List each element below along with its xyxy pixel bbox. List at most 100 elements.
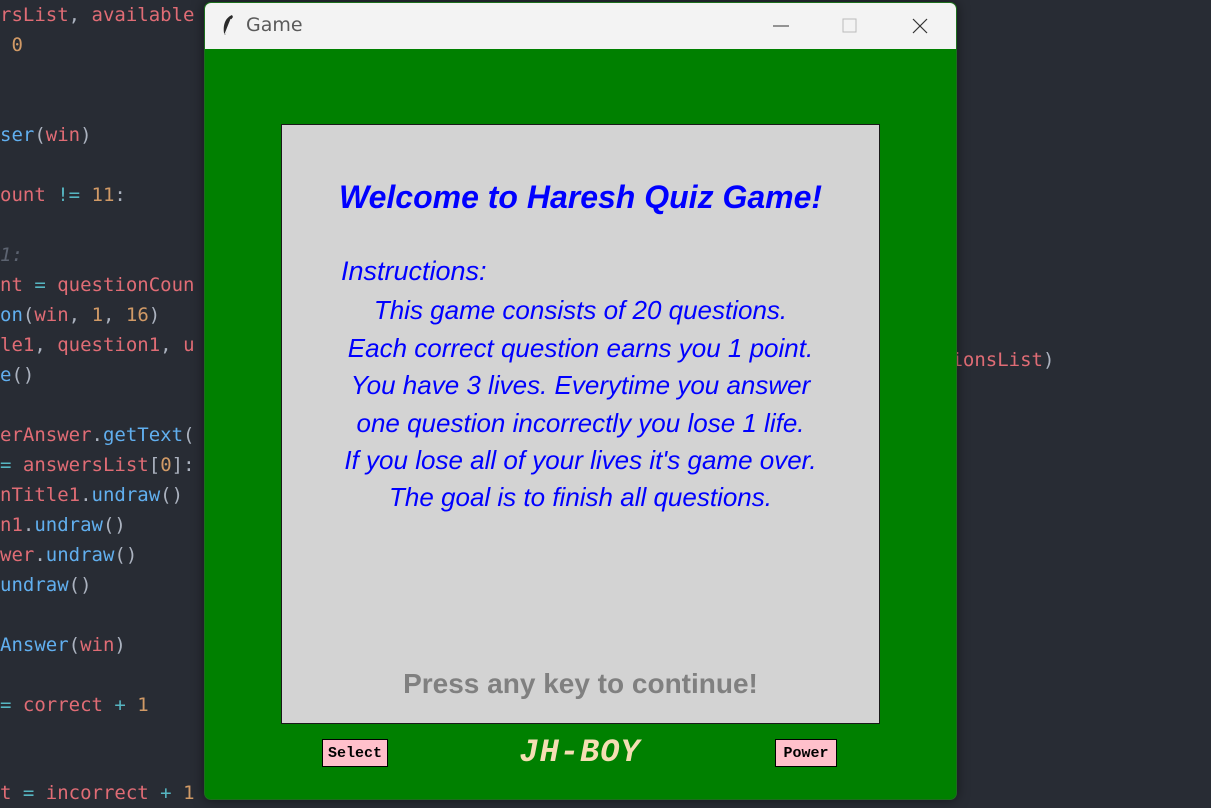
- code-token: .: [34, 544, 46, 566]
- code-token: (): [68, 574, 92, 596]
- code-token: u: [183, 334, 195, 356]
- title-bar[interactable]: Game: [205, 3, 956, 49]
- code-token: le1: [0, 334, 35, 356]
- close-button[interactable]: [890, 3, 950, 49]
- continue-prompt: Press any key to continue!: [403, 668, 758, 699]
- code-token: getText: [102, 424, 184, 446]
- code-token: (): [11, 364, 35, 386]
- code-token: on: [0, 304, 23, 326]
- code-token: (): [160, 484, 184, 506]
- power-button[interactable]: Power: [775, 739, 837, 767]
- code-token: (): [102, 514, 126, 536]
- code-line: wer.undraw(): [0, 540, 137, 570]
- maximize-button[interactable]: [820, 3, 880, 49]
- code-token: 1:: [0, 244, 23, 266]
- minimize-icon: [773, 25, 789, 27]
- welcome-title: Welcome to Haresh Quiz Game!: [338, 179, 823, 215]
- code-token: correct: [22, 694, 103, 716]
- code-token: .: [91, 424, 103, 446]
- code-token: win: [34, 304, 69, 326]
- code-line: ount != 11:: [0, 180, 126, 210]
- code-token: undraw: [45, 544, 115, 566]
- code-token: 0: [0, 34, 23, 56]
- code-token: =: [0, 694, 23, 716]
- code-line: nTitle1.undraw(): [0, 480, 183, 510]
- code-line: 0: [0, 30, 23, 60]
- code-token: ): [1042, 349, 1055, 371]
- code-token: ,: [68, 304, 92, 326]
- code-token: 11: [91, 184, 115, 206]
- code-token: Answer: [0, 634, 69, 656]
- code-token: .: [22, 514, 35, 536]
- code-token: undraw: [0, 574, 69, 596]
- code-token: ): [114, 634, 126, 656]
- code-token: available: [91, 4, 195, 26]
- code-token: undraw: [34, 514, 103, 536]
- code-line: t = incorrect + 1: [0, 778, 195, 808]
- code-line: le1, question1, u: [0, 330, 195, 360]
- maximize-icon: [842, 18, 857, 33]
- code-token: 1: [183, 782, 195, 804]
- code-token: =: [0, 454, 23, 476]
- select-button[interactable]: Select: [322, 739, 388, 767]
- instruction-line: If you lose all of your lives it's game …: [344, 445, 817, 475]
- code-line: on(win, 1, 16): [0, 300, 160, 330]
- code-line: erAnswer.getText(: [0, 420, 195, 450]
- window-title: Game: [246, 14, 303, 36]
- code-line: rsList, available: [0, 0, 194, 30]
- code-line: e(): [0, 360, 34, 390]
- code-line: undraw(): [0, 570, 92, 600]
- code-token: wer: [0, 544, 35, 566]
- code-token: rsList: [0, 4, 69, 26]
- code-token: n1: [0, 514, 23, 536]
- code-line: Answer(win): [0, 630, 126, 660]
- code-token: 1: [137, 694, 149, 716]
- instruction-line: The goal is to finish all questions.: [389, 482, 772, 512]
- instruction-line: This game consists of 20 questions.: [373, 295, 788, 325]
- game-window: Game Welcome to Haresh Quiz Game! Instru…: [204, 2, 957, 800]
- code-token: (: [183, 424, 195, 446]
- code-token: 16: [125, 304, 149, 326]
- code-line: = correct + 1: [0, 690, 149, 720]
- code-token: :: [114, 184, 126, 206]
- code-token: question1: [57, 334, 161, 356]
- code-token: .: [80, 484, 92, 506]
- code-token: 1: [91, 304, 104, 326]
- code-line: 1:: [0, 240, 23, 270]
- minimize-button[interactable]: [751, 3, 811, 49]
- code-token: win: [45, 124, 81, 146]
- code-line: n1.undraw(): [0, 510, 126, 540]
- code-token: (: [22, 304, 35, 326]
- instruction-line: Each correct question earns you 1 point.: [347, 333, 814, 363]
- code-token: ,: [103, 304, 126, 326]
- close-icon: [912, 18, 928, 34]
- code-token: +: [148, 782, 184, 804]
- code-token: erAnswer: [0, 424, 92, 446]
- code-token: nt: [0, 274, 23, 296]
- code-token: questionCoun: [57, 274, 195, 296]
- code-token: 0: [160, 454, 172, 476]
- code-token: =: [22, 274, 58, 296]
- code-line: nt = questionCoun: [0, 270, 195, 300]
- code-token: incorrect: [45, 782, 149, 804]
- code-token: ount: [0, 184, 46, 206]
- code-token: ,: [34, 334, 58, 356]
- feather-icon: [223, 15, 233, 35]
- code-token: win: [80, 634, 115, 656]
- code-fragment-right: tionsList): [940, 345, 1054, 375]
- code-token: ,: [160, 334, 184, 356]
- code-token: (): [114, 544, 138, 566]
- instruction-line: You have 3 lives. Everytime you answer: [350, 370, 811, 400]
- instruction-line: one question incorrectly you lose 1 life…: [356, 408, 805, 438]
- instructions-heading: Instructions:: [341, 256, 487, 286]
- code-token: (: [34, 124, 46, 146]
- code-token: =: [11, 782, 46, 804]
- code-token: nTitle1: [0, 484, 81, 506]
- code-token: ,: [68, 4, 92, 26]
- code-line: ser(win): [0, 120, 92, 150]
- code-token: e: [0, 364, 12, 386]
- instructions-panel: Welcome to Haresh Quiz Game! Instruction…: [281, 124, 880, 724]
- code-token: ]:: [171, 454, 195, 476]
- code-token: ser: [0, 124, 35, 146]
- code-token: +: [102, 694, 138, 716]
